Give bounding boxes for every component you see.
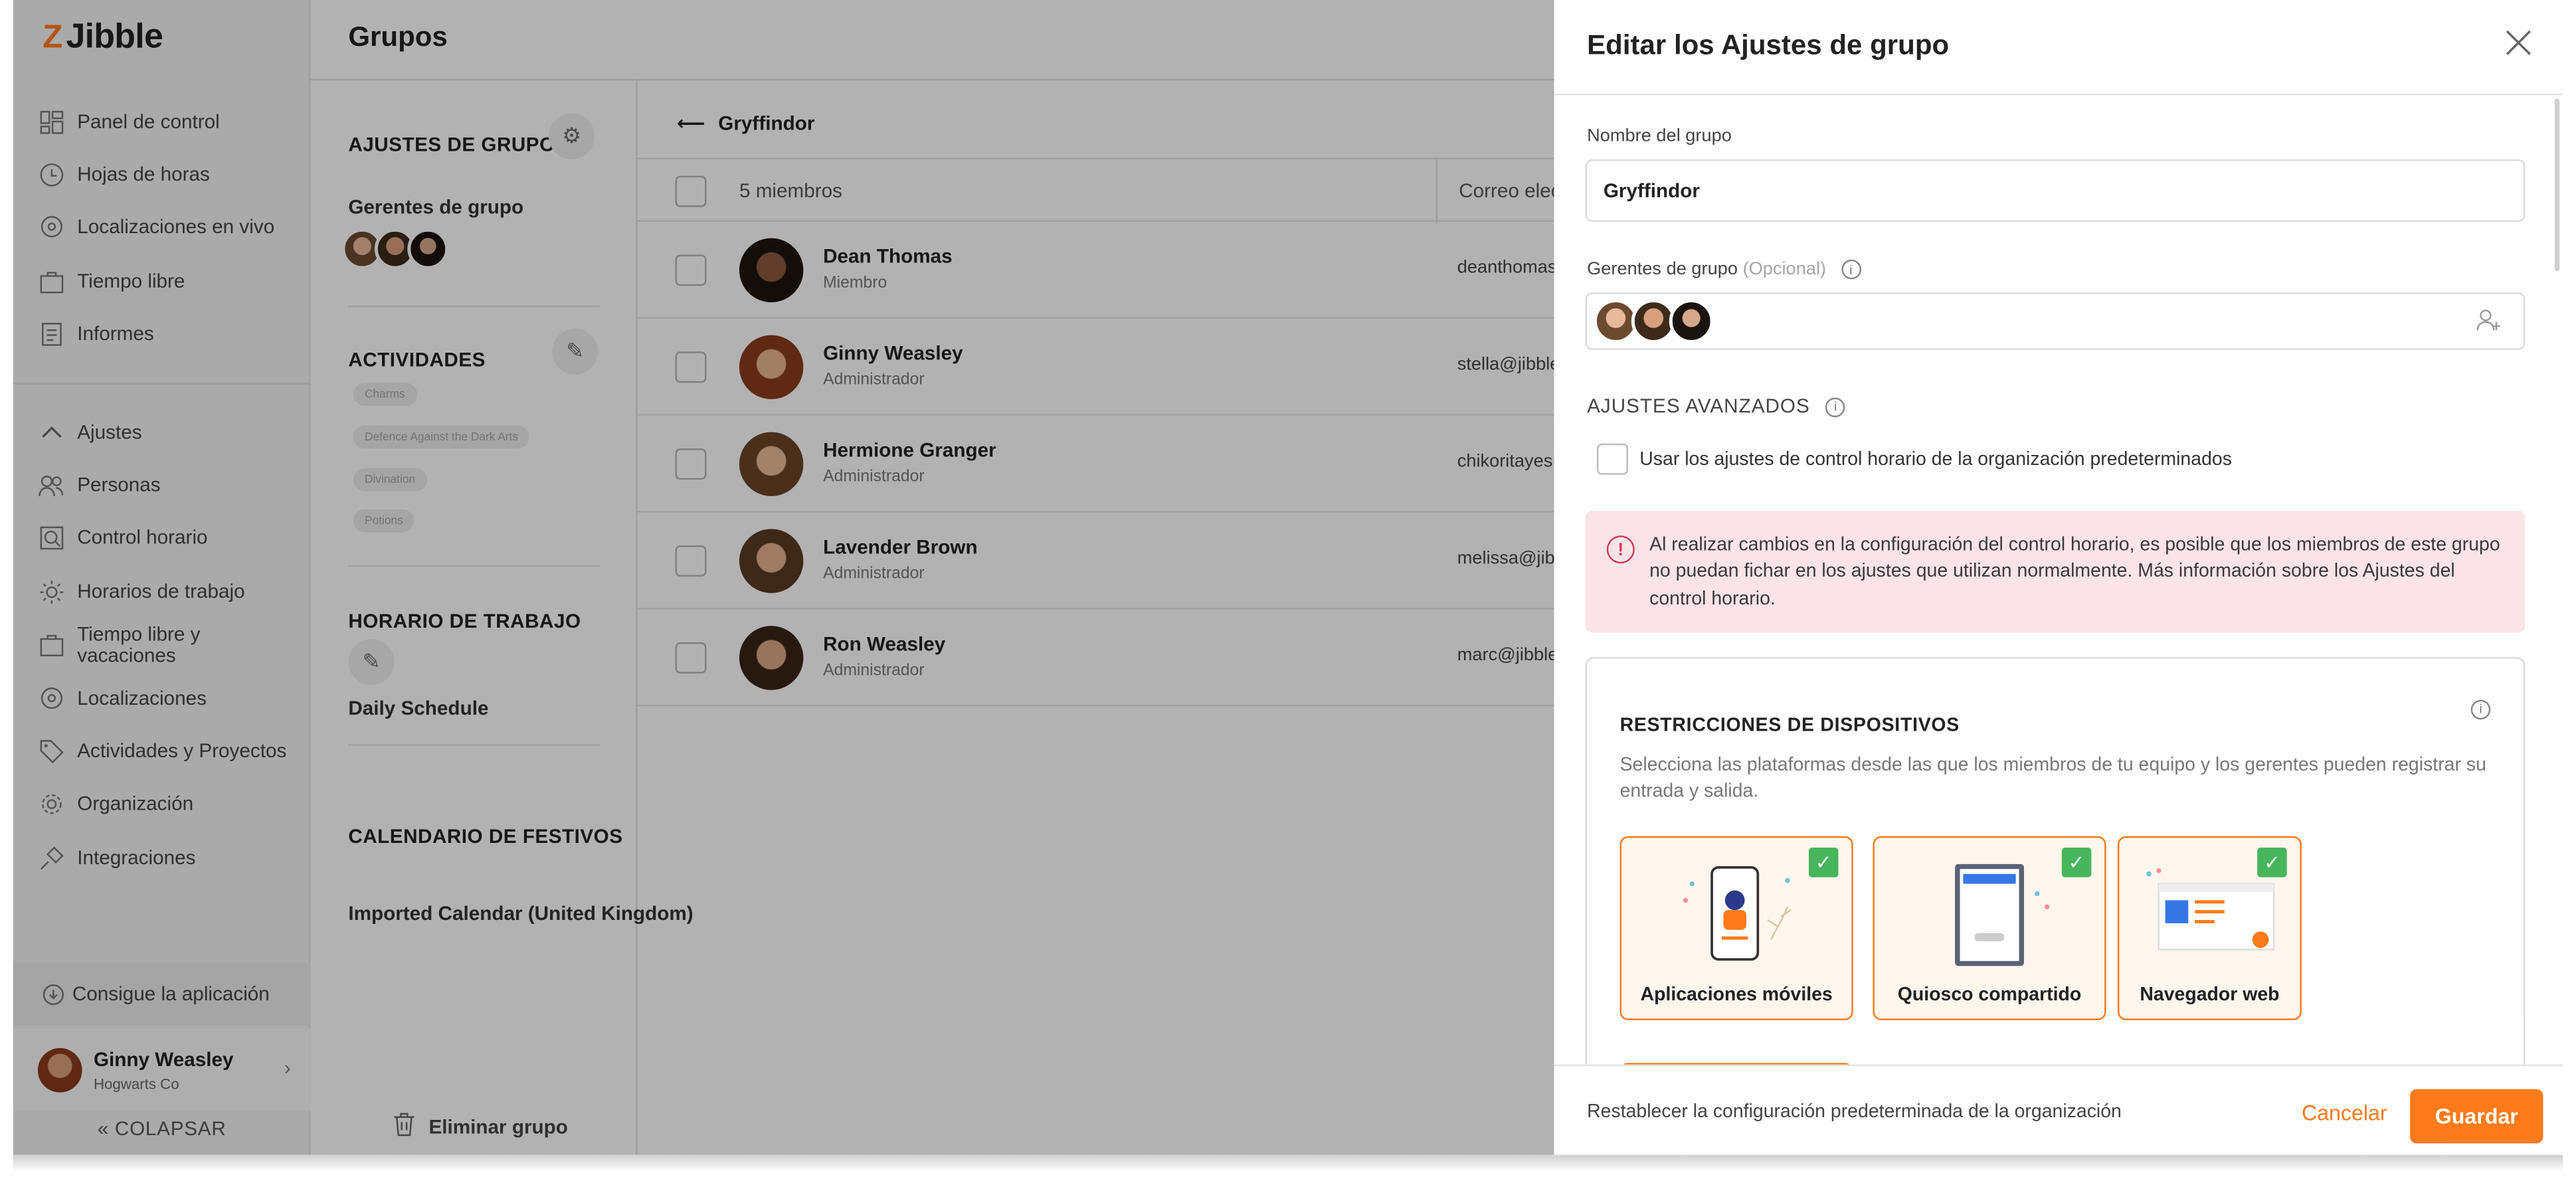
- kiosk-icon: [1955, 863, 2050, 966]
- group-managers-field[interactable]: [1585, 292, 2526, 350]
- info-icon[interactable]: i: [2470, 695, 2491, 725]
- cancel-button[interactable]: Cancelar: [2302, 1101, 2387, 1125]
- window-shadow: [13, 1154, 2563, 1181]
- device-restrictions-title: RESTRICCIONES DE DISPOSITIVOS: [1619, 716, 1960, 736]
- managers-label-text: Gerentes de grupo: [1587, 259, 1738, 280]
- drawer-footer: Restablecer la configuración predetermin…: [1554, 1064, 2563, 1155]
- drawer-body: Nombre del grupo Gryffindor Gerentes de …: [1554, 95, 2563, 1065]
- modal-backdrop[interactable]: [13, 0, 1554, 1155]
- device-restrictions-description: Selecciona las plataformas desde las que…: [1619, 755, 2486, 802]
- checkmark-icon: ✓: [2061, 848, 2092, 877]
- checkbox[interactable]: [1596, 443, 1628, 475]
- edit-group-settings-drawer: Editar los Ajustes de grupo Nombre del g…: [1554, 0, 2563, 1155]
- advanced-settings-title: AJUSTES AVANZADOS i: [1587, 394, 1846, 418]
- scrollbar[interactable]: [2554, 98, 2560, 272]
- close-button[interactable]: [2497, 25, 2539, 67]
- device-label: Aplicaciones móviles: [1640, 985, 1833, 1006]
- avatar[interactable]: [1669, 299, 1714, 343]
- use-default-label: Usar los ajustes de control horario de l…: [1639, 449, 2232, 470]
- drawer-header: Editar los Ajustes de grupo: [1554, 0, 2563, 96]
- save-button[interactable]: Guardar: [2410, 1089, 2543, 1144]
- alert-icon: !: [1606, 535, 1635, 564]
- advanced-settings-label: AJUSTES AVANZADOS: [1587, 394, 1810, 418]
- info-icon[interactable]: i: [1825, 397, 1846, 417]
- checkmark-icon: ✓: [1808, 848, 1839, 877]
- web-browser-icon: [2146, 868, 2275, 951]
- optional-hint: (Opcional): [1742, 259, 1827, 280]
- use-default-settings-checkbox[interactable]: Usar los ajustes de control horario de l…: [1596, 443, 2232, 475]
- group-name-value: Gryffindor: [1603, 179, 1700, 203]
- device-option-web[interactable]: ✓ Navegador web: [2117, 836, 2302, 1020]
- group-name-field[interactable]: Gryffindor: [1585, 159, 2526, 222]
- device-option-mobile[interactable]: ✓ Aplicaciones móviles: [1619, 836, 1853, 1020]
- device-label: Navegador web: [2140, 985, 2280, 1006]
- drawer-title: Editar los Ajustes de grupo: [1587, 29, 1950, 61]
- device-option-kiosk[interactable]: ✓ Quiosco compartido: [1873, 836, 2106, 1020]
- close-icon: [2506, 29, 2532, 63]
- alert-text: Al realizar cambios en la configuración …: [1649, 535, 2500, 609]
- selected-managers: [1594, 299, 1714, 343]
- add-person-icon[interactable]: [2476, 307, 2502, 341]
- device-label: Quiosco compartido: [1897, 985, 2082, 1006]
- reset-to-default-link[interactable]: Restablecer la configuración predetermin…: [1587, 1103, 2122, 1123]
- device-restrictions-card: RESTRICCIONES DE DISPOSITIVOS i Seleccio…: [1585, 657, 2526, 1065]
- mobile-app-icon: [1683, 865, 1792, 961]
- warning-alert: ! Al realizar cambios en la configuració…: [1585, 511, 2526, 633]
- group-name-label: Nombre del grupo: [1587, 126, 1732, 147]
- info-icon[interactable]: i: [1841, 259, 1861, 280]
- group-managers-field-label: Gerentes de grupo (Opcional) i: [1587, 260, 1861, 280]
